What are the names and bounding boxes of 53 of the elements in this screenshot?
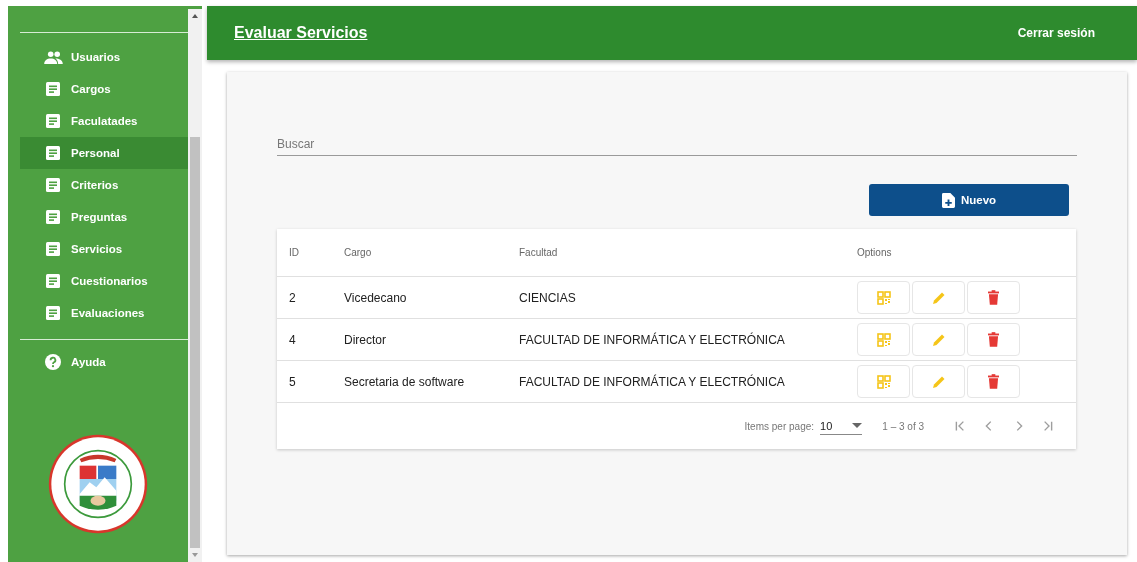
- scrollbar[interactable]: [188, 9, 202, 562]
- new-button[interactable]: Nuevo: [869, 184, 1069, 216]
- column-header: Facultad: [519, 247, 559, 258]
- caret-icon: [852, 423, 863, 428]
- table-cell-text: 5: [289, 374, 297, 389]
- scroll-up-icon[interactable]: [191, 13, 199, 19]
- people-icon: [42, 50, 64, 64]
- table-cell-text: CIENCIAS: [519, 290, 577, 305]
- qr-button[interactable]: [857, 281, 910, 314]
- sidebar-item[interactable]: Cargos: [20, 73, 188, 105]
- sidebar-item[interactable]: Cuestionarios: [20, 265, 188, 297]
- table-cell-text: FACULTAD DE INFORMÁTICA Y ELECTRÓNICA: [519, 374, 786, 389]
- qr-code-icon: [876, 332, 891, 347]
- qr-code-icon: [876, 374, 891, 389]
- trash-icon: [988, 374, 999, 389]
- search-field[interactable]: Buscar: [277, 132, 1077, 156]
- scroll-down-icon[interactable]: [191, 552, 199, 558]
- table-cell-text: FACULTAD DE INFORMÁTICA Y ELECTRÓNICA: [519, 332, 786, 347]
- table-cell-text: Vicedecano: [344, 290, 408, 305]
- pencil-icon: [931, 332, 946, 347]
- sidebar-item[interactable]: Faculatades: [20, 105, 188, 137]
- help-icon: [42, 354, 64, 370]
- page-title: Evaluar Servicios: [234, 24, 368, 42]
- items-per-page-label: Items per page:: [744, 420, 815, 432]
- delete-button[interactable]: [967, 365, 1020, 398]
- qr-button[interactable]: [857, 365, 910, 398]
- trash-icon: [988, 332, 999, 347]
- logout-link[interactable]: Cerrar sesión: [1017, 26, 1095, 40]
- column-header: Cargo: [344, 247, 373, 258]
- add-document-icon: [941, 192, 955, 208]
- sidebar-item[interactable]: Personal: [20, 137, 188, 169]
- sidebar-item[interactable]: Criterios: [20, 169, 188, 201]
- table-cell-text: Director: [344, 332, 387, 347]
- sidebar-item[interactable]: Preguntas: [20, 201, 188, 233]
- table-cell-text: 2: [289, 290, 297, 305]
- trash-icon: [988, 290, 999, 305]
- qr-button[interactable]: [857, 323, 910, 356]
- table-cell-text: Secretaria de software: [344, 374, 466, 389]
- pencil-icon: [931, 374, 946, 389]
- sidebar-item[interactable]: Evaluaciones: [20, 297, 188, 329]
- table-cell-text: 4: [289, 332, 297, 347]
- page-range: 1 – 3 of 3: [882, 420, 924, 432]
- delete-button[interactable]: [967, 281, 1020, 314]
- column-header: Options: [857, 247, 892, 258]
- help-item[interactable]: Ayuda: [20, 346, 188, 378]
- qr-code-icon: [876, 290, 891, 305]
- sidebar-item[interactable]: Servicios: [20, 233, 188, 265]
- scrollbar-thumb[interactable]: [190, 137, 200, 548]
- delete-button[interactable]: [967, 323, 1020, 356]
- pencil-icon: [931, 290, 946, 305]
- page-size-dropdown[interactable]: 10: [820, 417, 863, 435]
- sidebar-item[interactable]: Usuarios: [20, 41, 188, 73]
- column-header: ID: [289, 247, 300, 258]
